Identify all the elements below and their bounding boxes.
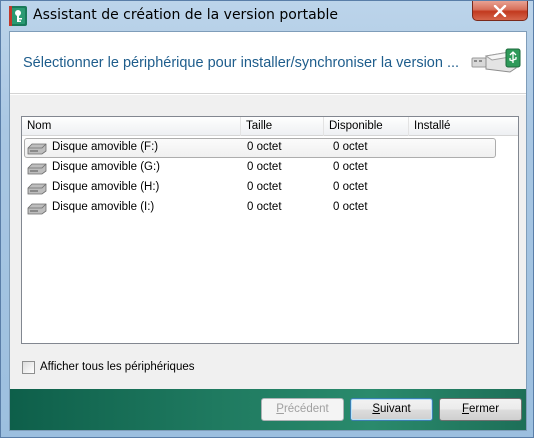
next-button[interactable]: Suivant [350,398,433,421]
kaspersky-key-icon [9,6,27,26]
device-name: Disque amovible (I:) [52,201,155,213]
close-wizard-button[interactable]: Fermer [439,398,522,421]
wizard-header: Sélectionner le périphérique pour instal… [10,32,526,94]
title-bar[interactable]: Assistant de création de la version port… [1,1,533,31]
device-name: Disque amovible (F:) [52,141,159,153]
column-header-available[interactable]: Disponible [324,117,409,136]
removable-drive-icon [27,163,47,175]
usb-drive-icon [471,48,521,73]
device-size: 0 octet [247,161,282,173]
column-header-name[interactable]: Nom [22,117,241,136]
previous-button-label: récédent [283,403,329,415]
previous-button[interactable]: Précédent [261,398,344,421]
device-size: 0 octet [247,141,282,153]
page-title: Sélectionner le périphérique pour instal… [23,55,460,71]
close-button-mnemonic: F [461,403,469,415]
device-size: 0 octet [247,201,282,213]
window-title: Assistant de création de la version port… [33,7,339,23]
list-item[interactable]: Disque amovible (I:) 0 octet 0 octet [22,198,518,218]
device-available: 0 octet [333,181,368,193]
device-name: Disque amovible (H:) [52,181,160,193]
column-header-installed[interactable]: Installé [409,117,518,136]
button-bar: Précédent Suivant Fermer [10,389,526,430]
next-button-label: uivant [379,403,411,415]
close-button-label: ermer [469,403,500,415]
device-size: 0 octet [247,181,282,193]
removable-drive-icon [27,143,47,155]
device-available: 0 octet [333,141,368,153]
close-button[interactable] [472,1,528,21]
show-all-devices-checkbox[interactable] [22,361,35,374]
list-header: Nom Taille Disponible Installé [22,117,518,136]
column-header-size[interactable]: Taille [241,117,324,136]
wizard-client-area: Sélectionner le périphérique pour instal… [9,31,527,431]
removable-drive-icon [27,203,47,215]
content-area: Nom Taille Disponible Installé Disque am… [10,95,526,389]
previous-button-mnemonic: P [276,403,284,415]
wizard-window: Assistant de création de la version port… [0,0,534,438]
list-item[interactable]: Disque amovible (G:) 0 octet 0 octet [22,158,518,178]
device-available: 0 octet [333,161,368,173]
show-all-devices-label[interactable]: Afficher tous les périphériques [40,361,195,373]
device-available: 0 octet [333,201,368,213]
next-button-mnemonic: S [372,403,380,415]
list-item[interactable]: Disque amovible (F:) 0 octet 0 octet [22,138,518,158]
list-item[interactable]: Disque amovible (H:) 0 octet 0 octet [22,178,518,198]
device-list[interactable]: Nom Taille Disponible Installé Disque am… [21,116,519,344]
removable-drive-icon [27,183,47,195]
device-name: Disque amovible (G:) [52,161,161,173]
close-icon [493,4,507,17]
